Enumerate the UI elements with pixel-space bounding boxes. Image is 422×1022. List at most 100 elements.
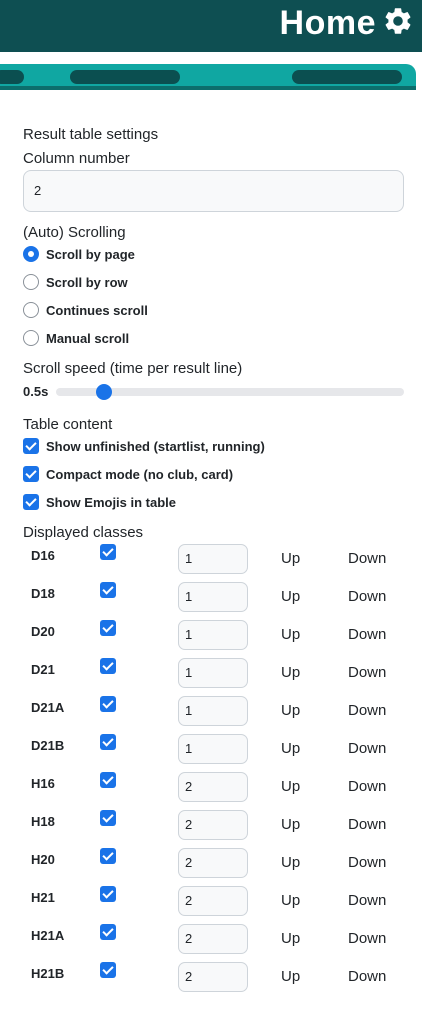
radio-continues-scroll[interactable]: Continues scroll	[23, 301, 148, 319]
scroll-speed-label: Scroll speed (time per result line)	[23, 360, 243, 377]
gear-icon[interactable]	[382, 5, 414, 37]
radio-button[interactable]	[23, 330, 39, 346]
down-button[interactable]: Down	[348, 588, 386, 605]
checkbox[interactable]	[23, 466, 39, 482]
class-name: D18	[31, 586, 55, 601]
class-name: D21B	[31, 738, 65, 753]
class-checkbox[interactable]	[100, 620, 116, 636]
class-checkbox[interactable]	[100, 658, 116, 674]
up-button[interactable]: Up	[281, 740, 300, 757]
class-name: H18	[31, 814, 55, 829]
class-checkbox[interactable]	[100, 848, 116, 864]
radio-label: Continues scroll	[46, 302, 148, 318]
class-order-input[interactable]: 2	[178, 848, 248, 878]
up-button[interactable]: Up	[281, 626, 300, 643]
down-button[interactable]: Down	[348, 816, 386, 833]
class-checkbox[interactable]	[100, 772, 116, 788]
down-button[interactable]: Down	[348, 626, 386, 643]
page-title: Home	[279, 4, 376, 42]
radio-manual-scroll[interactable]: Manual scroll	[23, 329, 129, 347]
class-name: D21	[31, 662, 55, 677]
scroll-speed-value: 0.5s	[23, 384, 49, 399]
displayed-classes-label: Displayed classes	[23, 524, 144, 541]
settings-heading: Result table settings	[23, 126, 159, 143]
checkbox-show-emojis[interactable]: Show Emojis in table	[23, 493, 176, 511]
down-button[interactable]: Down	[348, 664, 386, 681]
class-row: H21 2 Up Down	[0, 886, 422, 924]
class-checkbox[interactable]	[100, 544, 116, 560]
radio-label: Scroll by row	[46, 274, 128, 290]
class-checkbox[interactable]	[100, 734, 116, 750]
class-order-input[interactable]: 2	[178, 886, 248, 916]
up-button[interactable]: Up	[281, 778, 300, 795]
down-button[interactable]: Down	[348, 778, 386, 795]
radio-button[interactable]	[23, 274, 39, 290]
down-button[interactable]: Down	[348, 968, 386, 985]
top-bar: Home	[0, 0, 422, 52]
up-button[interactable]: Up	[281, 588, 300, 605]
class-order-input[interactable]: 1	[178, 658, 248, 688]
class-row: H16 2 Up Down	[0, 772, 422, 810]
up-button[interactable]: Up	[281, 892, 300, 909]
class-row: H18 2 Up Down	[0, 810, 422, 848]
class-name: H20	[31, 852, 55, 867]
down-button[interactable]: Down	[348, 740, 386, 757]
class-name: H21B	[31, 966, 65, 981]
radio-button[interactable]	[23, 302, 39, 318]
slider-thumb[interactable]	[95, 384, 112, 400]
class-row: D21 1 Up Down	[0, 658, 422, 696]
up-button[interactable]: Up	[281, 550, 300, 567]
class-checkbox[interactable]	[100, 924, 116, 940]
up-button[interactable]: Up	[281, 854, 300, 871]
class-order-input[interactable]: 2	[178, 962, 248, 992]
class-row: D18 1 Up Down	[0, 582, 422, 620]
class-checkbox[interactable]	[100, 962, 116, 978]
class-order-input[interactable]: 1	[178, 544, 248, 574]
class-row: H21B 2 Up Down	[0, 962, 422, 1000]
up-button[interactable]: Up	[281, 930, 300, 947]
down-button[interactable]: Down	[348, 702, 386, 719]
class-name: D20	[31, 624, 55, 639]
table-content-label: Table content	[23, 416, 113, 433]
class-row: D20 1 Up Down	[0, 620, 422, 658]
down-button[interactable]: Down	[348, 930, 386, 947]
class-order-input[interactable]: 1	[178, 620, 248, 650]
checkbox[interactable]	[23, 438, 39, 454]
up-button[interactable]: Up	[281, 664, 300, 681]
checkbox-show-unfinished[interactable]: Show unfinished (startlist, running)	[23, 437, 265, 455]
class-name: D16	[31, 548, 55, 563]
class-row: D16 1 Up Down	[0, 544, 422, 582]
class-name: H16	[31, 776, 55, 791]
radio-scroll-by-row[interactable]: Scroll by row	[23, 273, 128, 291]
column-number-input[interactable]: 2	[23, 170, 404, 212]
class-order-input[interactable]: 1	[178, 582, 248, 612]
down-button[interactable]: Down	[348, 854, 386, 871]
up-button[interactable]: Up	[281, 702, 300, 719]
up-button[interactable]: Up	[281, 968, 300, 985]
column-number-label: Column number	[23, 150, 130, 167]
class-order-input[interactable]: 2	[178, 772, 248, 802]
class-name: H21	[31, 890, 55, 905]
radio-label: Scroll by page	[46, 246, 135, 262]
checkbox-compact-mode[interactable]: Compact mode (no club, card)	[23, 465, 233, 483]
radio-button[interactable]	[23, 246, 39, 262]
up-button[interactable]: Up	[281, 816, 300, 833]
class-name: D21A	[31, 700, 65, 715]
class-order-input[interactable]: 1	[178, 734, 248, 764]
scrolling-label: (Auto) Scrolling	[23, 224, 126, 241]
class-checkbox[interactable]	[100, 886, 116, 902]
down-button[interactable]: Down	[348, 550, 386, 567]
class-order-input[interactable]: 2	[178, 810, 248, 840]
class-row: H20 2 Up Down	[0, 848, 422, 886]
checkbox-label: Show Emojis in table	[46, 494, 177, 510]
class-order-input[interactable]: 2	[178, 924, 248, 954]
checkbox[interactable]	[23, 494, 39, 510]
class-checkbox[interactable]	[100, 582, 116, 598]
class-checkbox[interactable]	[100, 810, 116, 826]
class-order-input[interactable]: 1	[178, 696, 248, 726]
class-checkbox[interactable]	[100, 696, 116, 712]
radio-scroll-by-page[interactable]: Scroll by page	[23, 245, 135, 263]
class-name: H21A	[31, 928, 65, 943]
down-button[interactable]: Down	[348, 892, 386, 909]
class-row: D21B 1 Up Down	[0, 734, 422, 772]
